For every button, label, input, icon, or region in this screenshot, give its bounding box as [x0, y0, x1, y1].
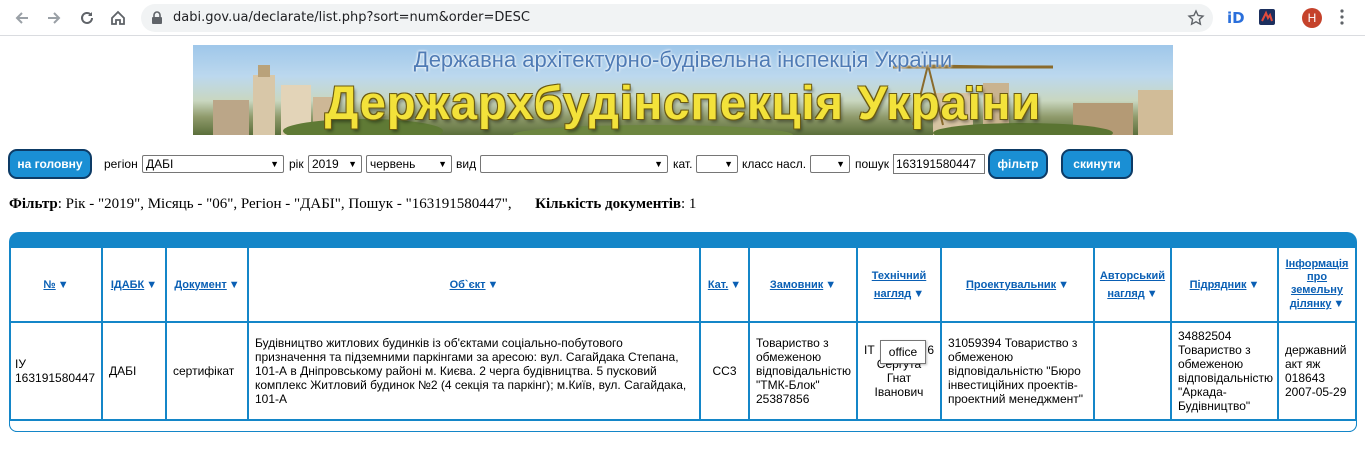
- cell-num: ІУ 163191580447: [11, 323, 101, 419]
- header-tech-supervision[interactable]: Технічний нагляд ▼: [858, 248, 940, 321]
- cell-land-info: державний акт яж 018643 2007-05-29: [1279, 323, 1355, 419]
- url-text: dabi.gov.ua/declarate/list.php?sort=num&…: [173, 10, 530, 25]
- home-button[interactable]: на головну: [8, 149, 92, 179]
- region-select[interactable]: ДАБІ ▼: [142, 155, 284, 173]
- cell-idabk: ДАБІ: [103, 323, 165, 419]
- chevron-down-icon: ▼: [348, 159, 357, 169]
- extension-icon[interactable]: [1258, 8, 1276, 31]
- cat-label: кат.: [673, 157, 693, 171]
- type-label: вид: [456, 157, 477, 171]
- sort-icon[interactable]: ▼: [1147, 288, 1158, 300]
- chevron-down-icon: ▼: [724, 159, 733, 169]
- header-land-info[interactable]: Інформація про земельну ділянку ▼: [1279, 248, 1355, 321]
- filter-button[interactable]: фільтр: [988, 149, 1048, 179]
- chevron-down-icon: ▼: [270, 159, 279, 169]
- sort-icon[interactable]: ▼: [825, 278, 836, 292]
- cell-contractor: 34882504 Товариство з обмеженою відповід…: [1172, 323, 1277, 419]
- class-label: класс насл.: [742, 157, 807, 171]
- svg-text:iD: iD: [1227, 9, 1245, 26]
- header-author-supervision[interactable]: Авторський нагляд ▼: [1095, 248, 1170, 321]
- cell-object: Будівництво житлових будинків із об'єкта…: [249, 323, 699, 419]
- month-select[interactable]: червень ▼: [366, 155, 452, 173]
- sort-icon[interactable]: ▼: [1058, 278, 1069, 292]
- table-footer: [9, 421, 1357, 432]
- forward-icon[interactable]: [42, 6, 66, 30]
- header-cat[interactable]: Кат. ▼: [701, 248, 748, 321]
- filter-summary: Фільтр: Рік - "2019", Місяць - "06", Рег…: [9, 196, 697, 212]
- reload-icon[interactable]: [75, 6, 99, 30]
- header-object[interactable]: Об`єкт ▼: [249, 248, 699, 321]
- reset-button[interactable]: скинути: [1061, 149, 1133, 179]
- year-select[interactable]: 2019 ▼: [308, 155, 362, 173]
- bookmark-star-icon[interactable]: [1187, 9, 1205, 32]
- sort-icon[interactable]: ▼: [146, 278, 157, 292]
- sort-desc-icon[interactable]: ▼: [58, 278, 69, 292]
- sort-icon[interactable]: ▼: [488, 278, 499, 292]
- id-extension-icon[interactable]: iD: [1226, 8, 1246, 31]
- header-contractor[interactable]: Підрядник ▼: [1172, 248, 1277, 321]
- browser-toolbar: dabi.gov.ua/declarate/list.php?sort=num&…: [0, 0, 1365, 36]
- cell-cat: СС3: [701, 323, 748, 419]
- chevron-down-icon: ▼: [836, 159, 845, 169]
- header-document[interactable]: Документ ▼: [167, 248, 247, 321]
- year-label: рік: [289, 157, 304, 171]
- banner-subtitle: Державна архітектурно-будівельна інспекц…: [413, 47, 953, 72]
- menu-kebab-icon[interactable]: [1340, 9, 1344, 30]
- cell-designer: 31059394 Товариство з обмеженою відповід…: [942, 323, 1093, 419]
- sort-icon[interactable]: ▼: [1333, 298, 1344, 310]
- address-bar[interactable]: dabi.gov.ua/declarate/list.php?sort=num&…: [141, 4, 1213, 32]
- header-idabk[interactable]: ІДАБК ▼: [103, 248, 165, 321]
- back-icon[interactable]: [10, 6, 34, 30]
- chevron-down-icon: ▼: [438, 159, 447, 169]
- cat-select[interactable]: ▼: [696, 155, 738, 173]
- sort-icon[interactable]: ▼: [229, 278, 240, 292]
- cell-customer: Товариство з обмеженою відповідальністю …: [750, 323, 856, 419]
- site-banner: Державна архітектурно-будівельна інспекц…: [193, 45, 1173, 135]
- chevron-down-icon: ▼: [654, 159, 663, 169]
- sort-icon[interactable]: ▼: [913, 288, 924, 300]
- search-label: пошук: [855, 157, 890, 171]
- home-icon[interactable]: [106, 6, 130, 30]
- banner-title: Держархбудінспекція України: [324, 76, 1042, 129]
- type-select[interactable]: ▼: [480, 155, 668, 173]
- header-designer[interactable]: Проектувальник ▼: [942, 248, 1093, 321]
- header-customer[interactable]: Замовник ▼: [750, 248, 856, 321]
- lock-icon: [151, 11, 163, 30]
- sort-icon[interactable]: ▼: [1248, 278, 1259, 292]
- tooltip: office: [880, 340, 926, 364]
- sort-icon[interactable]: ▼: [730, 278, 741, 292]
- cell-tech-supervision: ІТ 6 Сергута Гнат Іванович: [858, 323, 940, 419]
- profile-avatar[interactable]: Н: [1302, 8, 1322, 28]
- cell-author-supervision: [1095, 323, 1170, 419]
- header-num[interactable]: № ▼: [11, 248, 101, 321]
- class-select[interactable]: ▼: [810, 155, 850, 173]
- region-label: регіон: [104, 157, 138, 171]
- search-input[interactable]: 163191580447: [893, 154, 985, 174]
- cell-document: сертифікат: [167, 323, 247, 419]
